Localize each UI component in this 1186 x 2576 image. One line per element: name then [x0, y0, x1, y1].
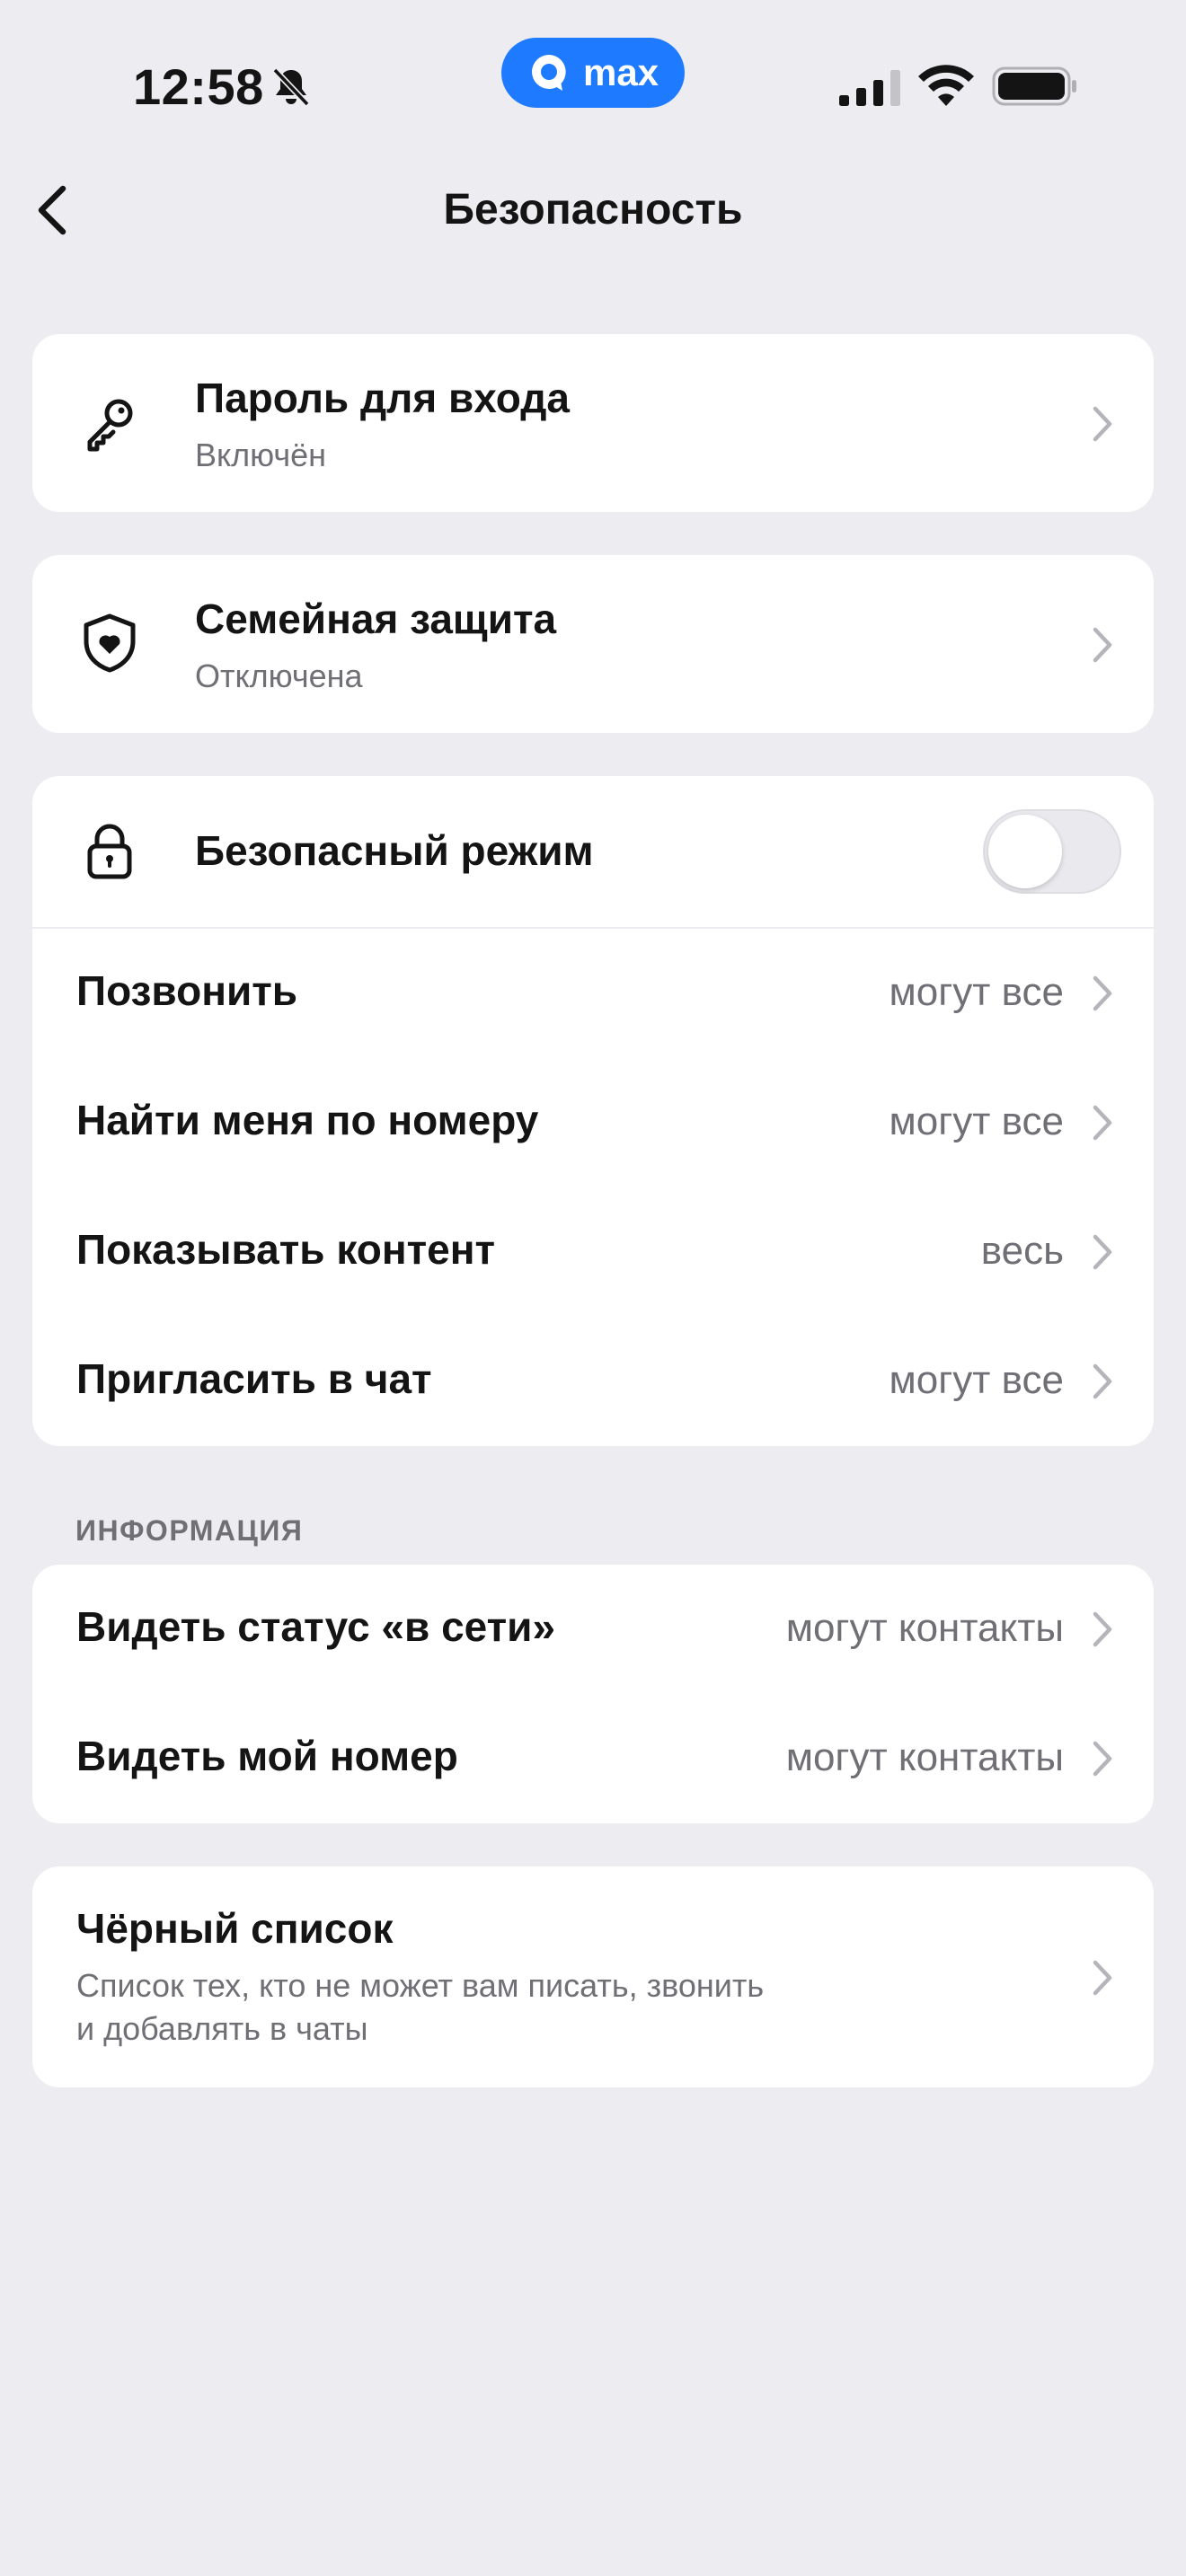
info-card: Видеть статус «в сети» могут контакты Ви…: [32, 1565, 1154, 1823]
status-time: 12:58: [133, 58, 264, 115]
privacy-row-value: могут все: [889, 1099, 1065, 1143]
chevron-right-icon: [1093, 406, 1112, 442]
wifi-icon: [918, 65, 974, 106]
safe-mode-toggle[interactable]: [983, 809, 1121, 894]
info-row-value: могут контакты: [785, 1735, 1064, 1779]
info-row-online-status[interactable]: Видеть статус «в сети» могут контакты: [32, 1565, 1154, 1694]
privacy-row-label: Пригласить в чат: [76, 1355, 432, 1402]
app-logo-icon: [531, 55, 566, 91]
info-row-value: могут контакты: [785, 1606, 1064, 1650]
page-title: Безопасность: [443, 186, 743, 234]
chevron-right-icon: [1093, 1611, 1112, 1647]
chevron-right-icon: [1093, 1741, 1112, 1777]
blacklist-title: Чёрный список: [76, 1905, 394, 1952]
bell-off-icon: [272, 67, 310, 107]
section-label-info: ИНФОРМАЦИЯ: [75, 1514, 304, 1547]
privacy-row-label: Найти меня по номеру: [76, 1097, 539, 1143]
password-status: Включён: [195, 437, 327, 473]
privacy-row-value: могут все: [889, 970, 1065, 1014]
chevron-right-icon: [1093, 975, 1112, 1011]
privacy-row-value: весь: [980, 1229, 1064, 1273]
family-protection-card[interactable]: Семейная защита Отключена: [32, 555, 1154, 733]
chevron-right-icon: [1093, 1960, 1112, 1996]
privacy-card: Безопасный режим Позвонить могут все Най…: [32, 776, 1154, 1446]
safe-mode-row: Безопасный режим: [32, 776, 1154, 927]
chevron-right-icon: [1093, 1363, 1112, 1399]
blacklist-card[interactable]: Чёрный список Список тех, кто не может в…: [32, 1866, 1154, 2087]
privacy-row-call[interactable]: Позвонить могут все: [32, 929, 1154, 1058]
privacy-row-label: Позвонить: [76, 967, 298, 1014]
key-icon: [87, 399, 133, 452]
info-row-label: Видеть статус «в сети»: [76, 1603, 556, 1650]
app-badge[interactable]: max: [501, 38, 685, 108]
blacklist-description-line2: и добавлять в чаты: [76, 2010, 368, 2047]
info-row-my-number[interactable]: Видеть мой номер могут контакты: [32, 1694, 1154, 1823]
status-bar: 12:58 max: [0, 0, 1186, 162]
privacy-row-value: могут все: [889, 1358, 1065, 1402]
password-card[interactable]: Пароль для входа Включён: [32, 334, 1154, 512]
family-protection-status: Отключена: [195, 657, 363, 694]
app-badge-label: max: [582, 51, 659, 93]
safe-mode-title: Безопасный режим: [195, 827, 594, 874]
lock-icon: [87, 824, 132, 879]
blacklist-description-line1: Список тех, кто не может вам писать, зво…: [76, 1967, 765, 2004]
privacy-row-invite-to-chat[interactable]: Пригласить в чат могут все: [32, 1317, 1154, 1446]
signal-icon: [839, 70, 900, 106]
privacy-row-find-by-number[interactable]: Найти меня по номеру могут все: [32, 1058, 1154, 1187]
shield-heart-icon: [84, 613, 136, 673]
info-row-label: Видеть мой номер: [76, 1733, 458, 1779]
toggle-knob: [988, 815, 1062, 888]
family-protection-title: Семейная защита: [195, 595, 557, 642]
chevron-right-icon: [1093, 1105, 1112, 1141]
chevron-right-icon: [1093, 1234, 1112, 1270]
password-title: Пароль для входа: [195, 375, 571, 421]
chevron-right-icon: [1093, 627, 1112, 663]
privacy-row-label: Показывать контент: [76, 1226, 496, 1273]
privacy-row-show-content[interactable]: Показывать контент весь: [32, 1187, 1154, 1317]
battery-icon: [992, 66, 1076, 106]
